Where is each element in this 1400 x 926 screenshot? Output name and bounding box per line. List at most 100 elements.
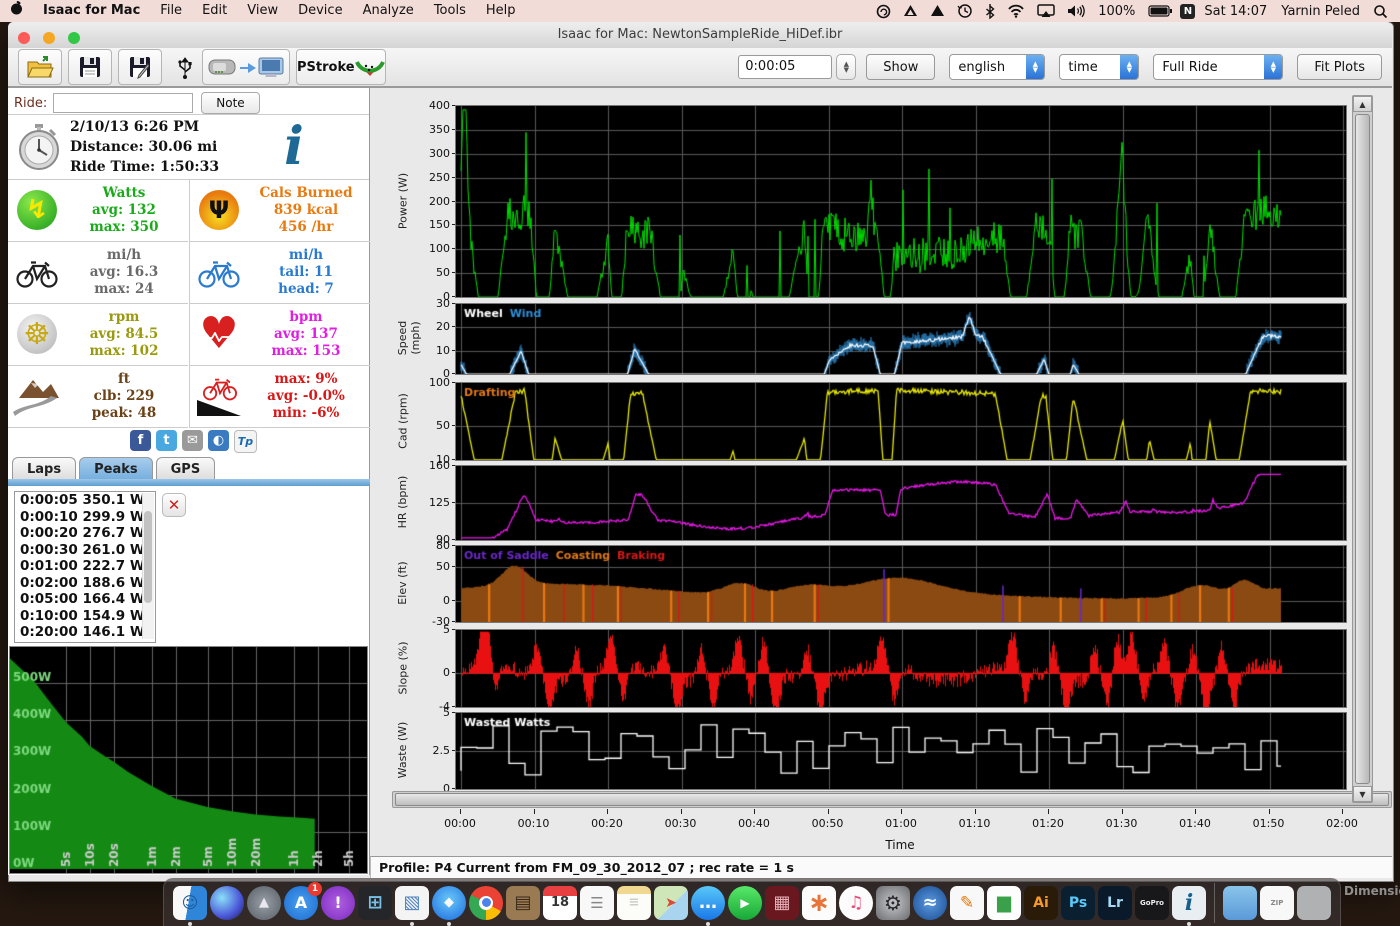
heart-rate-plot-canvas[interactable] <box>455 465 1347 541</box>
peak-row[interactable]: 0:00:20 276.7 W <box>15 525 155 542</box>
peak-row[interactable]: 0:05:00 166.4 W <box>15 591 155 608</box>
menu-item-help[interactable]: Help <box>476 0 526 22</box>
note-button[interactable]: Note <box>201 92 259 114</box>
stopwatch-icon <box>8 122 70 172</box>
calendar-dock-icon[interactable]: 18 <box>543 886 577 920</box>
system-preferences-dock-icon[interactable]: ⚙ <box>876 886 910 920</box>
safari-dock-icon[interactable]: ◆ <box>432 886 466 920</box>
cursor-time-field[interactable]: 0:00:05 <box>738 55 832 79</box>
photo-booth-dock-icon[interactable]: ▦ <box>765 886 799 920</box>
tab-peaks[interactable]: Peaks <box>79 457 153 480</box>
menu-item-edit[interactable]: Edit <box>192 0 237 22</box>
charts-app-dock-icon[interactable]: ▆ <box>987 886 1021 920</box>
horizontal-scrollbar[interactable] <box>392 791 1392 808</box>
menu-item-tools[interactable]: Tools <box>424 0 476 22</box>
tab-gps[interactable]: GPS <box>156 457 216 480</box>
menu-item-device[interactable]: Device <box>288 0 352 22</box>
preview-dock-icon[interactable]: ▧ <box>395 886 429 920</box>
power-plot-canvas[interactable] <box>455 105 1347 298</box>
menu-item-file[interactable]: File <box>150 0 192 22</box>
twitter-share-icon[interactable]: t <box>156 430 177 451</box>
delete-peak-button[interactable]: ✕ <box>162 493 186 517</box>
writer-doc-dock-icon[interactable]: ✎ <box>950 886 984 920</box>
spotlight-search-icon[interactable] <box>1369 4 1392 19</box>
peak-row[interactable]: 0:01:00 222.7 W <box>15 558 155 575</box>
messages-dock-icon[interactable]: … <box>691 886 725 920</box>
speed-plot-canvas[interactable] <box>455 303 1347 375</box>
scroll-up-arrow[interactable]: ▲ <box>1353 96 1372 112</box>
itunes-dock-icon[interactable]: ♫ <box>839 886 873 920</box>
open-file-button[interactable] <box>18 49 62 85</box>
elevation-plot-canvas[interactable] <box>455 545 1347 623</box>
peaks-list[interactable]: 0:00:05 350.1 W0:00:10 299.9 W0:00:20 27… <box>14 491 156 643</box>
peak-row[interactable]: 0:00:10 299.9 W <box>15 509 155 526</box>
isaac-dock-icon[interactable]: i <box>1172 886 1206 920</box>
keyboard-layout-badge[interactable]: N <box>1180 4 1195 19</box>
vertical-scrollbar[interactable]: ▲ ▼ <box>1352 95 1373 803</box>
time-stepper[interactable]: ▲▼ <box>836 54 856 80</box>
gopro-studio-dock-icon[interactable]: GoPro <box>1135 886 1169 920</box>
trash-dock-icon[interactable] <box>1297 886 1331 920</box>
folder-dock-icon[interactable] <box>1223 886 1257 920</box>
maps-dock-icon[interactable]: ➤ <box>654 886 688 920</box>
email-share-icon[interactable]: ✉ <box>182 430 203 451</box>
menu-item-view[interactable]: View <box>237 0 288 22</box>
facebook-share-icon[interactable]: f <box>130 430 151 451</box>
waste-plot-canvas[interactable] <box>455 712 1347 790</box>
bluetooth-icon[interactable] <box>981 3 999 19</box>
siri-dock-icon[interactable] <box>210 886 244 920</box>
wifi-icon[interactable] <box>1003 4 1029 18</box>
isaac-logo: i <box>219 121 369 173</box>
ride-name-input[interactable] <box>53 93 193 113</box>
show-button[interactable]: Show <box>866 54 935 80</box>
notes-dock-icon[interactable]: ≡ <box>617 886 651 920</box>
google-drive-icon[interactable] <box>899 4 922 18</box>
finder-dock-icon[interactable]: ☺ <box>173 886 207 920</box>
menu-app-name[interactable]: Isaac for Mac <box>33 0 150 22</box>
xaxis-dropdown[interactable]: time ▲▼ <box>1059 54 1139 80</box>
illustrator-dock-icon[interactable]: Ai <box>1024 886 1058 920</box>
photoshop-dock-icon[interactable]: Ps <box>1061 886 1095 920</box>
lightroom-dock-icon[interactable]: Lr <box>1098 886 1132 920</box>
usb-device-icon[interactable] <box>168 54 202 80</box>
photos-dock-icon[interactable]: ∗ <box>802 886 836 920</box>
trainingpeaks-share-icon[interactable]: Tp <box>234 430 257 453</box>
volume-icon[interactable] <box>1063 4 1089 18</box>
reminders-dock-icon[interactable]: ☰ <box>580 886 614 920</box>
menu-item-analyze[interactable]: Analyze <box>353 0 424 22</box>
save-button[interactable] <box>68 49 112 85</box>
save-as-button[interactable] <box>118 49 162 85</box>
peak-row[interactable]: 0:20:00 146.1 W <box>15 624 155 641</box>
chrome-dock-icon[interactable] <box>469 886 503 920</box>
peak-row[interactable]: 0:00:05 350.1 W <box>15 492 155 509</box>
airplay-display-icon[interactable] <box>1033 4 1059 18</box>
pstroke-button[interactable]: PStroke <box>296 49 386 85</box>
zip-document-dock-icon[interactable]: ZIP <box>1260 886 1294 920</box>
units-dropdown[interactable]: english ▲▼ <box>949 54 1045 80</box>
menu-user-name[interactable]: Yarnin Peled <box>1276 4 1365 19</box>
time-machine-icon[interactable] <box>953 3 977 19</box>
purple-exclamation-app-dock-icon[interactable]: ! <box>321 886 355 920</box>
facetime-dock-icon[interactable]: ▶ <box>728 886 762 920</box>
google-earth-share-icon[interactable]: ◐ <box>208 430 229 451</box>
download-from-device-button[interactable] <box>202 49 290 85</box>
peak-row[interactable]: 0:02:00 188.6 W <box>15 575 155 592</box>
peak-power-curve-chart[interactable] <box>9 646 368 874</box>
app-store-dock-icon[interactable]: A1 <box>284 886 318 920</box>
range-dropdown[interactable]: Full Ride ▲▼ <box>1153 54 1283 80</box>
openoffice-dock-icon[interactable]: ≈ <box>913 886 947 920</box>
launchpad-dock-icon[interactable]: ▲ <box>247 886 281 920</box>
creative-cloud-icon[interactable] <box>872 4 895 19</box>
triangle-app-icon[interactable] <box>926 4 949 18</box>
peak-row[interactable]: 0:00:30 261.0 W <box>15 542 155 559</box>
contacts-dock-icon[interactable]: ▤ <box>506 886 540 920</box>
fit-plots-button[interactable]: Fit Plots <box>1297 54 1382 80</box>
cadence-plot-canvas[interactable] <box>455 382 1347 461</box>
slope-plot-canvas[interactable] <box>455 629 1347 708</box>
apple-menu-icon[interactable] <box>0 0 33 23</box>
peak-row[interactable]: 0:10:00 154.9 W <box>15 608 155 625</box>
mission-control-dock-icon[interactable]: ⊞ <box>358 886 392 920</box>
peaks-scrollbar[interactable] <box>142 493 154 639</box>
scroll-down-arrow[interactable]: ▼ <box>1353 786 1372 802</box>
tab-laps[interactable]: Laps <box>12 457 76 480</box>
